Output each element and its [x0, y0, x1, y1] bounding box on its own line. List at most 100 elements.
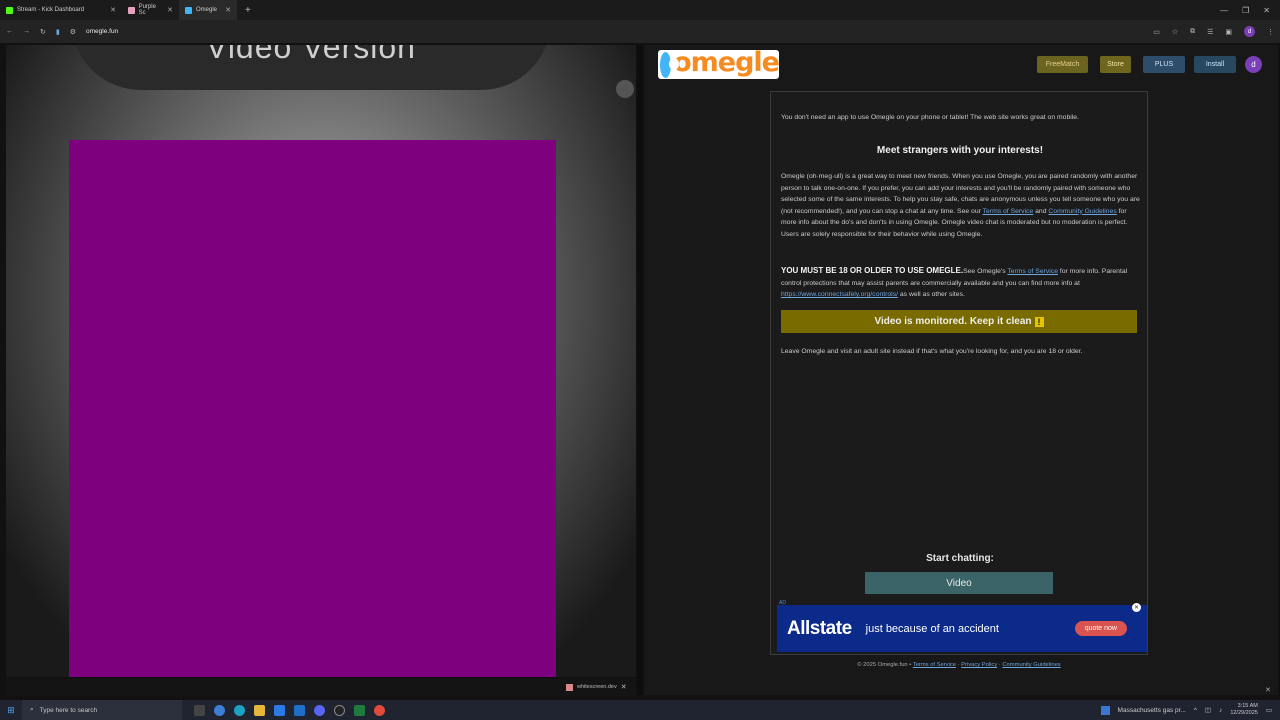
browser-menu-icon[interactable]: ⋮ [1267, 28, 1274, 36]
window-controls: — ❐ ✕ [1220, 6, 1280, 15]
quote-now-button[interactable]: quote now [1074, 621, 1127, 636]
footer: © 2025 Omegle.fun • Terms of Service · P… [857, 662, 1061, 668]
clock-date: 12/29/2025 [1230, 710, 1258, 716]
windows-start-icon[interactable]: ⊞ [0, 700, 22, 720]
search-placeholder: Type here to search [39, 706, 98, 714]
age-warning-text-3: as well as other sites. [899, 291, 965, 298]
mail-icon[interactable] [294, 704, 305, 716]
sidebar-icon[interactable]: ▮ [56, 28, 60, 36]
kick-favicon-icon [6, 6, 13, 14]
reading-list-icon[interactable]: ☰ [1207, 28, 1213, 36]
edge-icon[interactable] [234, 704, 245, 716]
omegle-logo-text: omegle [673, 47, 780, 78]
tab-purple-screen[interactable]: Purple Sc ✕ [122, 0, 179, 20]
user-avatar[interactable]: d [1245, 56, 1262, 73]
close-tab-icon[interactable]: ✕ [225, 6, 231, 14]
omegle-bubble-icon [660, 51, 680, 78]
split-divider[interactable] [637, 45, 643, 695]
intro-card: You don't need an app to use Omegle on y… [770, 91, 1148, 655]
tab-strip: Stream - Kick Dashboard ✕ Purple Sc ✕ Om… [0, 0, 1280, 20]
download-label: whitescreen.dev [577, 684, 617, 690]
news-ticker[interactable]: Massachusetts gas pr... [1118, 707, 1186, 714]
ad-brand: Allstate [787, 617, 852, 639]
store-icon[interactable] [274, 704, 285, 716]
connectsafely-link[interactable]: https://www.connectsafely.org/controls/ [781, 291, 898, 298]
tab-omegle[interactable]: Omegle ✕ [179, 0, 237, 20]
taskbar: ⊞ ⌕ Type here to search Massachusetts ga… [0, 700, 1280, 720]
close-tab-icon[interactable]: ✕ [110, 6, 116, 14]
excel-icon[interactable] [354, 704, 365, 716]
interests-heading: Meet strangers with your interests! [876, 145, 1044, 156]
monitored-text: Video is monitored. Keep it clean [874, 316, 1032, 327]
split-view-icon[interactable]: ▣ [1225, 28, 1232, 36]
install-button[interactable]: Install [1194, 56, 1236, 73]
video-version-title: Video Version [206, 45, 416, 65]
scroll-knob[interactable] [616, 80, 634, 98]
news-icon[interactable] [1100, 705, 1110, 715]
cast-icon[interactable]: ▭ [1153, 28, 1160, 36]
forward-arrow-icon[interactable]: → [23, 28, 30, 35]
allstate-ad[interactable]: AD Allstate just because of an accident … [777, 600, 1147, 652]
volume-icon[interactable]: ♪ [1219, 707, 1222, 714]
video-version-header: Video Version [71, 45, 551, 90]
age-warning-bold: YOU MUST BE 18 OR OLDER TO USE OMEGLE. [781, 266, 964, 275]
minimize-icon[interactable]: — [1220, 6, 1228, 15]
video-chat-button[interactable]: Video [865, 572, 1053, 594]
description-and: and [1035, 207, 1047, 215]
taskbar-search[interactable]: ⌕ Type here to search [22, 700, 182, 720]
discord-icon[interactable] [314, 704, 325, 716]
footer-privacy-link[interactable]: Privacy Policy [961, 662, 997, 668]
reload-icon[interactable]: ↻ [40, 28, 46, 36]
age-warning: YOU MUST BE 18 OR OLDER TO USE OMEGLE.Se… [781, 265, 1141, 301]
system-tray: Massachusetts gas pr... ^ ◫ ♪ 3:15 AM 12… [1100, 703, 1280, 717]
close-download-icon[interactable]: ✕ [621, 683, 627, 691]
close-window-icon[interactable]: ✕ [1263, 6, 1270, 15]
mobile-note: You don't need an app to use Omegle on y… [781, 114, 1079, 121]
back-arrow-icon[interactable]: ← [6, 28, 13, 35]
file-icon [566, 683, 573, 691]
new-tab-plus-icon[interactable]: + [237, 5, 259, 16]
close-tab-icon[interactable]: ✕ [167, 6, 173, 14]
tray-chevron-icon[interactable]: ^ [1194, 707, 1197, 714]
download-item[interactable]: whitescreen.dev ✕ [566, 683, 627, 691]
site-info-icon[interactable]: ⚙ [70, 28, 76, 36]
description: Omegle (oh·meg·ull) is a great way to me… [781, 171, 1141, 240]
chrome-icon[interactable] [374, 704, 385, 716]
warning-terms-link[interactable]: Terms of Service [1007, 268, 1058, 275]
video-version-pane: Video Version [6, 45, 636, 677]
extensions-icon[interactable]: ⧉ [1190, 28, 1195, 36]
omegle-favicon-icon [185, 6, 192, 14]
purple-screen-favicon-icon [128, 6, 135, 14]
url-field[interactable]: omegle.fun [86, 28, 118, 35]
file-explorer-icon[interactable] [254, 704, 265, 716]
omegle-logo[interactable]: omegle [658, 47, 780, 79]
tab-kick-dashboard[interactable]: Stream - Kick Dashboard ✕ [0, 0, 122, 20]
bookmark-star-icon[interactable]: ☆ [1172, 28, 1178, 36]
profile-avatar[interactable]: d [1244, 26, 1255, 37]
guidelines-link[interactable]: Community Guidelines [1048, 208, 1116, 215]
plus-button[interactable]: PLUS [1143, 56, 1185, 73]
purple-video-panel [69, 140, 556, 677]
ad-close-icon[interactable]: ✕ [1132, 603, 1141, 612]
copilot-icon[interactable] [214, 704, 225, 716]
tab-label: Omegle [196, 7, 218, 13]
copyright: © 2025 Omegle.fun • [857, 662, 912, 668]
scroll-corner-icon: ✕ [1265, 687, 1271, 694]
clock[interactable]: 3:15 AM 12/29/2025 [1230, 703, 1258, 717]
terms-link[interactable]: Terms of Service [983, 208, 1034, 215]
footer-guidelines-link[interactable]: Community Guidelines [1002, 662, 1060, 668]
clock-time: 3:15 AM [1237, 703, 1258, 709]
freematch-button[interactable]: FreeMatch [1037, 56, 1088, 73]
network-icon[interactable]: ◫ [1205, 706, 1211, 714]
task-view-icon[interactable] [194, 704, 205, 716]
footer-terms-link[interactable]: Terms of Service [913, 662, 956, 668]
obs-icon[interactable] [334, 704, 345, 716]
notifications-icon[interactable]: ▭ [1266, 706, 1272, 714]
pinned-apps [182, 704, 385, 716]
maximize-icon[interactable]: ❐ [1242, 6, 1249, 15]
monitored-banner: Video is monitored. Keep it clean ! [781, 310, 1137, 333]
start-chatting-label: Start chatting: [926, 553, 994, 564]
warning-exclamation-icon: ! [1034, 316, 1044, 327]
search-icon: ⌕ [30, 706, 34, 713]
store-button[interactable]: Store [1100, 56, 1131, 73]
